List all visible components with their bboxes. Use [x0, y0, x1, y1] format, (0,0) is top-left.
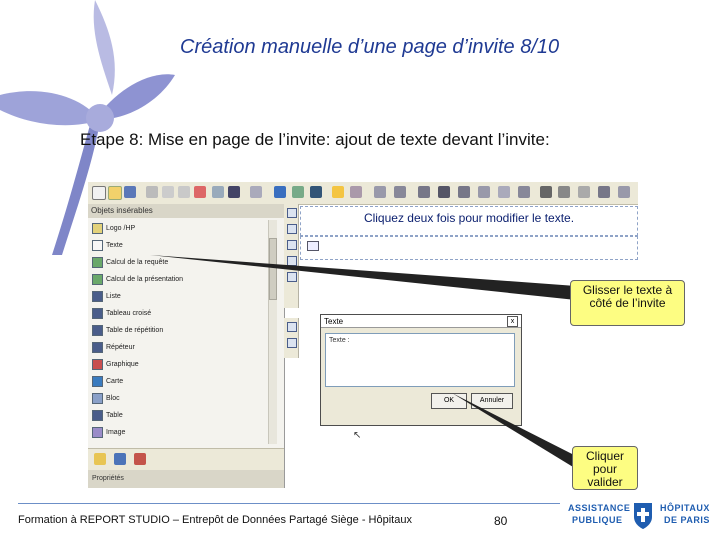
- drag-pointer: [150, 255, 576, 300]
- validate-pointer: [452, 393, 580, 470]
- logo-text: PUBLIQUE: [572, 515, 623, 525]
- aphp-emblem-icon: [634, 503, 652, 529]
- drag-text-callout: Glisser le texte à côté de l’invite: [570, 280, 685, 326]
- logo-text: HÔPITAUX: [660, 503, 710, 513]
- page-number: 80: [494, 514, 508, 528]
- footer-text: Formation à REPORT STUDIO – Entrepôt de …: [18, 514, 412, 526]
- validate-callout: Cliquer pour valider: [572, 446, 638, 490]
- logo-text: ASSISTANCE: [568, 503, 631, 513]
- footer-divider: [18, 503, 560, 504]
- logo-text: DE PARIS: [664, 515, 710, 525]
- aphp-logo: ASSISTANCE PUBLIQUE HÔPITAUX DE PARIS: [568, 497, 716, 535]
